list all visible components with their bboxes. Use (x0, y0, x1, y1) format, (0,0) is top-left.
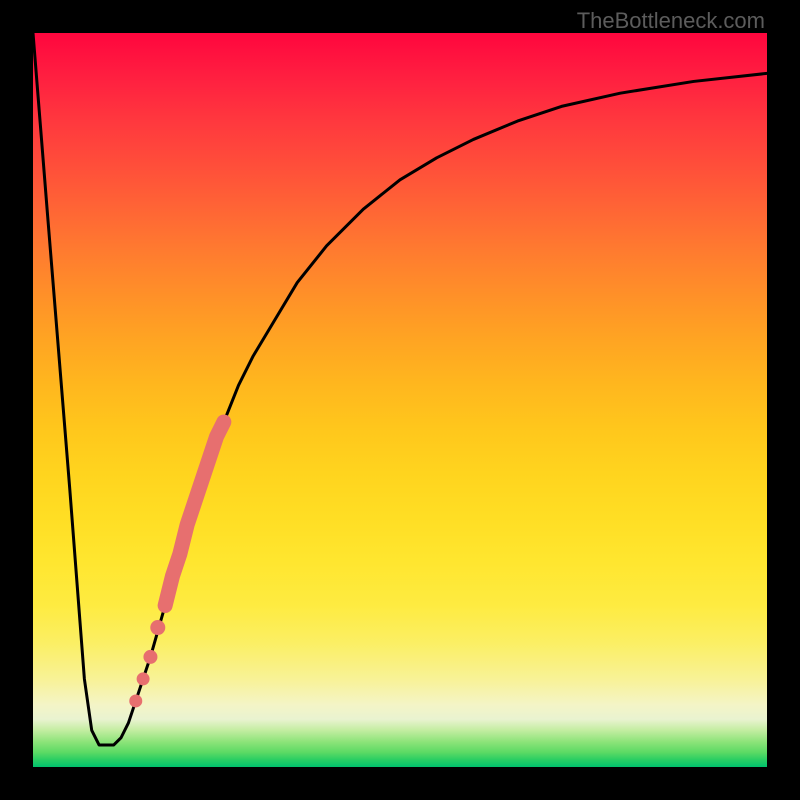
highlight-marker (143, 650, 157, 664)
highlight-marker (150, 620, 165, 635)
highlight-markers-group (129, 422, 224, 707)
chart-root: TheBottleneck.com (0, 0, 800, 800)
plot-area (33, 33, 767, 767)
bottleneck-curve (33, 33, 767, 745)
highlight-segment (165, 422, 224, 606)
highlight-marker (137, 672, 150, 685)
highlight-marker (129, 694, 142, 707)
curve-path (33, 33, 767, 745)
chart-svg (33, 33, 767, 767)
